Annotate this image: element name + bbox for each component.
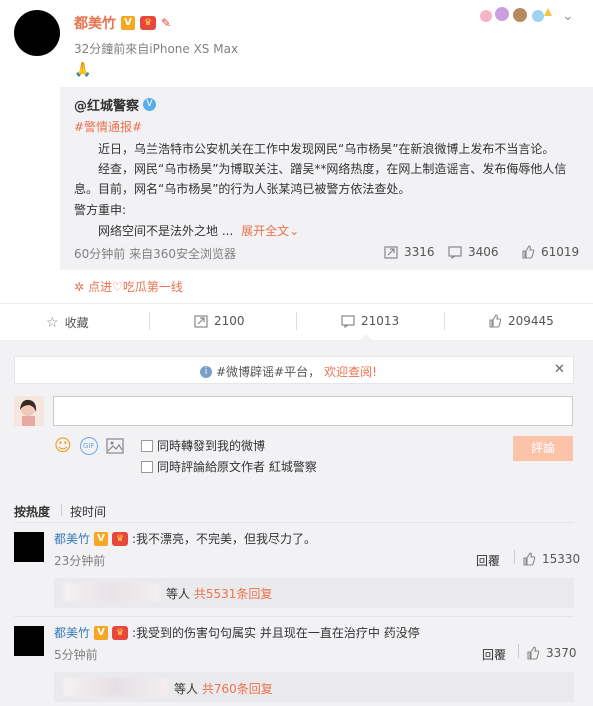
blurred-username [64,678,168,696]
emoji-icon[interactable]: ☺ [54,436,72,456]
sub-reply-prefix: 等人 [166,587,191,601]
notice-text: #微博辟谣#平台， [216,365,321,379]
close-icon[interactable]: ✕ [554,362,565,377]
decoration-characters [476,4,556,28]
reply-button[interactable]: 回覆 [482,646,506,663]
flower-icon: ✲ [74,279,85,294]
repost-para4: 网络空间不是法外之地 ... [98,224,234,238]
blue-verified-icon: V [143,98,157,111]
comment-option-label: 同時評論給原文作者 紅城警察 [157,460,317,474]
repost-para3: 警方重申: [74,203,127,217]
sort-tab-hot[interactable]: 按热度 [14,503,50,520]
sub-reply-prefix: 等人 [174,682,199,696]
repost-like-count[interactable]: 61019 [521,245,579,259]
submit-comment-button[interactable]: 評論 [513,436,573,461]
thumbs-up-icon [488,314,502,328]
thumbs-up-icon [522,552,536,566]
verified-badge-icon: V [121,16,135,30]
expand-full-text-link[interactable]: 展开全文⌄ [241,224,299,238]
repost-para1: 近日，乌兰浩特市公安机关在工作中发现网民“乌市杨昊”在新浪微博上发布不当言论。 [98,142,555,156]
repost-option-label: 同時轉發到我的微博 [157,439,266,453]
post-meta: 32分鐘前來自iPhone XS Max [74,42,239,56]
vip-crown-icon[interactable]: ♛ [112,625,129,640]
sort-tab-time[interactable]: 按时间 [70,503,106,520]
vip-crown-icon[interactable]: ♛ [140,16,156,30]
comment-text: :我受到的伤害句句属实 并且现在一直在治疗中 药没停 [132,626,420,640]
repost-para2a: 经查，网民“乌市杨昊”为博取关注、蹭吴**网络热度，在网上制造谣言、发布侮辱他人… [98,162,567,176]
thumbs-up-icon [526,646,540,660]
comment-avatar[interactable] [14,626,44,656]
vip-crown-icon[interactable]: ♛ [112,531,129,546]
post-content: 🙏 [74,62,92,78]
comment-button[interactable]: 21013 [341,314,399,328]
repost-button[interactable]: 2100 [194,314,245,328]
reply-button[interactable]: 回覆 [476,552,500,569]
comment-like-button[interactable]: 3370 [526,646,577,660]
comment-icon [448,245,462,259]
thumbs-up-icon [521,245,535,259]
chevron-down-icon[interactable]: ⌄ [562,8,574,24]
blurred-username [64,583,160,601]
repost-icon [194,314,208,328]
verified-badge-icon: V [94,625,109,640]
repost-to-my-weibo-checkbox[interactable] [141,439,153,452]
notice-link[interactable]: 欢迎查阅! [324,363,377,380]
chevron-down-icon: ⌄ [289,224,300,238]
info-icon: i [200,365,212,378]
like-button[interactable]: 209445 [488,314,554,328]
repost-icon [384,245,398,259]
sub-reply-link[interactable]: 共5531条回复 [194,587,273,601]
repost-box [60,87,593,270]
post-author[interactable]: 都美竹 [74,13,116,33]
comment-input[interactable] [53,396,573,426]
repost-meta: 60分钟前 来自360安全浏览器 [74,247,236,261]
star-icon: ☆ [46,314,59,331]
gif-icon[interactable]: GIF [79,437,98,455]
repost-author[interactable]: @红城警察 [74,95,139,114]
favorite-button[interactable]: ☆ 收藏 [46,314,89,331]
sub-reply-link[interactable]: 共760条回复 [202,682,273,696]
post-avatar[interactable] [14,10,60,56]
image-icon[interactable] [106,438,124,454]
comment-to-author-checkbox[interactable] [141,460,153,473]
comment-text: :我不漂亮，不完美，但我尽力了。 [132,532,317,546]
user-avatar[interactable] [14,396,44,426]
comment-avatar[interactable] [14,532,44,562]
topic-tag[interactable]: #警情通报# [74,118,142,135]
comment-time: 5分钟前 [54,648,98,662]
comment-like-button[interactable]: 15330 [522,552,580,566]
repost-para2b: 息。目前，网名“乌市杨昊”的行为人张某鸿已被警方依法查处。 [74,182,411,196]
repost-comment-count[interactable]: 3406 [448,245,499,259]
verified-badge-icon: V [94,531,109,546]
topic-link[interactable]: ✲ 点进♡吃瓜第一线 [74,278,183,295]
repost-repost-count[interactable]: 3316 [384,245,435,259]
comment-time: 23分钟前 [54,554,106,568]
member-icon: ✎ [161,16,172,30]
comment-author[interactable]: 都美竹 [54,530,90,547]
comment-author[interactable]: 都美竹 [54,624,90,641]
comment-icon [341,314,355,328]
